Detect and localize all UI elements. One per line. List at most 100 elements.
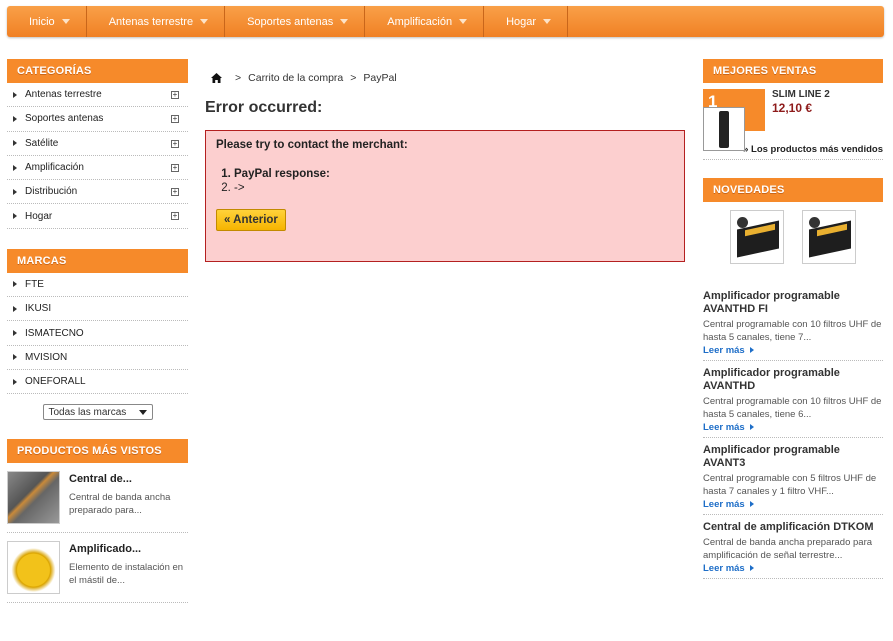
- nav-item-hogar[interactable]: Hogar: [484, 6, 569, 37]
- page-title: Error occurred:: [205, 99, 323, 116]
- arrow-right-icon: [13, 378, 17, 385]
- best-sellers-header: MEJORES VENTAS: [703, 59, 883, 83]
- news-title[interactable]: Amplificador programable AVANTHD FI: [703, 290, 883, 316]
- product-thumbnail[interactable]: [7, 541, 60, 595]
- brands-header: MARCAS: [7, 248, 188, 273]
- viewed-product[interactable]: Central de... Central de banda ancha pre…: [7, 463, 188, 534]
- expand-icon[interactable]: [171, 188, 179, 197]
- news-title[interactable]: Central de amplificación DTKOM: [703, 521, 883, 534]
- brand-item[interactable]: MVISION: [7, 346, 188, 370]
- most-viewed-header: PRODUCTOS MÁS VISTOS: [7, 439, 188, 464]
- brand-label: ISMATECNO: [25, 327, 84, 339]
- arrow-right-icon: [13, 354, 17, 361]
- expand-icon[interactable]: [171, 91, 179, 99]
- arrow-right-icon: [13, 305, 17, 312]
- arrow-right-icon: [13, 140, 17, 147]
- category-label: Amplificación: [25, 162, 84, 174]
- news-item: Amplificador programable AVANTHD Central…: [703, 361, 883, 438]
- category-label: Antenas terrestre: [25, 89, 102, 101]
- left-sidebar: CATEGORÍAS Antenas terrestre Soportes an…: [7, 59, 188, 604]
- product-thumbnail[interactable]: [7, 471, 60, 525]
- product-name[interactable]: Central de...: [69, 473, 188, 485]
- breadcrumb-separator: >: [235, 72, 242, 84]
- category-label: Hogar: [25, 210, 53, 222]
- read-more-link[interactable]: Leer más: [703, 499, 883, 510]
- chevron-down-icon: [459, 19, 468, 24]
- product-price: 12,10 €: [772, 101, 813, 115]
- nav-item-inicio[interactable]: Inicio: [7, 6, 87, 37]
- category-item[interactable]: Antenas terrestre: [7, 83, 188, 108]
- news-title[interactable]: Amplificador programable AVANT3: [703, 444, 883, 470]
- categories-header: CATEGORÍAS: [7, 59, 188, 83]
- news-description: Central de banda ancha preparado para am…: [703, 537, 873, 561]
- category-item[interactable]: Soportes antenas: [7, 107, 188, 132]
- product-thumbnail[interactable]: [703, 107, 745, 151]
- breadcrumb-current: PayPal: [363, 72, 397, 84]
- breadcrumb-separator: >: [350, 72, 357, 84]
- product-logo: [737, 217, 748, 228]
- brand-item[interactable]: ISMATECNO: [7, 321, 188, 346]
- expand-icon[interactable]: [171, 163, 179, 172]
- chevron-down-icon: [543, 19, 552, 24]
- breadcrumb: > Carrito de la compra > PayPal: [205, 66, 685, 90]
- nav-item-amplificacion[interactable]: Amplificación: [365, 6, 485, 37]
- news-item: Amplificador programable AVANTHD FI Cent…: [703, 284, 883, 361]
- error-list: PayPal response: ->: [216, 167, 674, 195]
- product-thumbnail[interactable]: [730, 210, 784, 264]
- chevron-down-icon: [200, 19, 209, 24]
- error-list-item: PayPal response:: [234, 167, 674, 181]
- back-button[interactable]: « Anterior: [216, 209, 286, 231]
- category-item[interactable]: Hogar: [7, 204, 188, 229]
- product-name[interactable]: Amplificado...: [69, 543, 188, 555]
- error-list-item: ->: [234, 181, 674, 195]
- read-more-link[interactable]: Leer más: [703, 563, 883, 574]
- news-item: Amplificador programable AVANT3 Central …: [703, 438, 883, 515]
- nav-item-label: Hogar: [506, 15, 537, 28]
- news-title[interactable]: Amplificador programable AVANTHD: [703, 367, 883, 393]
- nav-item-label: Amplificación: [387, 15, 453, 28]
- brand-label: FTE: [25, 278, 44, 290]
- viewed-product[interactable]: Amplificado... Elemento de instalación e…: [7, 533, 188, 604]
- top-nav: Inicio Antenas terrestre Soportes antena…: [7, 6, 884, 37]
- brand-item[interactable]: IKUSI: [7, 297, 188, 322]
- expand-icon[interactable]: [171, 212, 179, 221]
- read-more-link[interactable]: Leer más: [703, 422, 883, 433]
- brand-select[interactable]: Todas las marcas: [42, 404, 153, 421]
- nav-item-soportes[interactable]: Soportes antenas: [225, 6, 366, 37]
- home-icon[interactable]: [211, 73, 222, 83]
- arrow-right-icon: [13, 188, 17, 195]
- brand-select-value: Todas las marcas: [48, 406, 127, 418]
- category-label: Distribución: [25, 186, 78, 198]
- product-thumbnail[interactable]: [802, 210, 856, 264]
- category-item[interactable]: Satélite: [7, 132, 188, 156]
- news-description: Central programable con 5 filtros UHF de…: [703, 473, 877, 497]
- breadcrumb-link-cart[interactable]: Carrito de la compra: [248, 72, 343, 84]
- news-header: NOVEDADES: [703, 178, 883, 202]
- expand-icon[interactable]: [171, 139, 179, 148]
- expand-icon[interactable]: [171, 115, 179, 124]
- arrow-right-icon: [13, 115, 17, 122]
- remote-control-icon: [719, 111, 729, 148]
- news-thumbnails: [703, 210, 883, 264]
- read-more-link[interactable]: Leer más: [703, 345, 883, 356]
- nav-item-antenas[interactable]: Antenas terrestre: [87, 6, 226, 37]
- best-seller-item[interactable]: 1 SLIM LINE 2 12,10 €: [703, 89, 883, 152]
- brand-item[interactable]: ONEFORALL: [7, 370, 188, 395]
- arrow-right-icon: [13, 330, 17, 337]
- category-item[interactable]: Distribución: [7, 180, 188, 205]
- product-name[interactable]: SLIM LINE 2: [772, 89, 830, 100]
- news-description: Central programable con 10 filtros UHF d…: [703, 396, 882, 420]
- product-logo: [809, 217, 820, 228]
- news-description: Central programable con 10 filtros UHF d…: [703, 319, 882, 343]
- brand-item[interactable]: FTE: [7, 273, 188, 298]
- brand-label: ONEFORALL: [25, 376, 86, 388]
- product-description: Elemento de instalación en el mástil de.…: [69, 562, 184, 587]
- news-item: Central de amplificación DTKOM Central d…: [703, 515, 883, 579]
- error-message: Please try to contact the merchant:: [216, 139, 408, 151]
- chevron-down-icon: [61, 19, 70, 24]
- chevron-down-icon: [138, 410, 147, 416]
- arrow-right-icon: [13, 91, 17, 98]
- category-label: Satélite: [25, 137, 59, 149]
- category-label: Soportes antenas: [25, 113, 104, 125]
- category-item[interactable]: Amplificación: [7, 156, 188, 181]
